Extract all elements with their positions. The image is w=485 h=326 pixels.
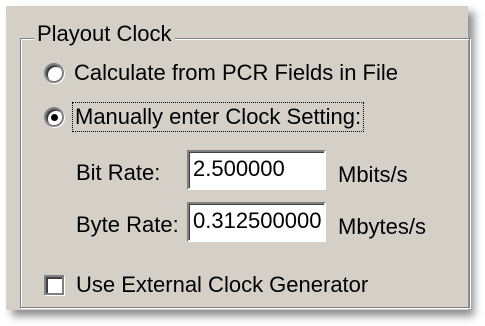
radio-manual-clock-label: Manually enter Clock Setting: xyxy=(71,102,365,132)
radio-calculate-pcr[interactable]: Calculate from PCR Fields in File xyxy=(44,60,398,86)
external-clock-label: Use External Clock Generator xyxy=(76,272,369,297)
external-clock-option[interactable]: Use External Clock Generator xyxy=(44,272,368,298)
byte-rate-unit: Mbytes/s xyxy=(338,214,427,239)
byte-rate-label: Byte Rate: xyxy=(76,212,179,237)
bit-rate-label: Bit Rate: xyxy=(76,160,161,185)
radio-button-selected[interactable] xyxy=(44,107,64,127)
byte-rate-input[interactable]: 0.312500000 xyxy=(187,202,326,242)
external-clock-checkbox[interactable] xyxy=(44,275,64,295)
radio-button-unselected[interactable] xyxy=(44,63,64,83)
bit-rate-unit: Mbits/s xyxy=(338,162,408,187)
bit-rate-input[interactable]: 2.500000 xyxy=(187,150,326,190)
group-title: Playout Clock xyxy=(34,20,175,48)
radio-calculate-pcr-label: Calculate from PCR Fields in File xyxy=(74,60,398,85)
radio-selected-dot xyxy=(51,114,58,121)
radio-manual-clock[interactable]: Manually enter Clock Setting: xyxy=(44,102,365,132)
